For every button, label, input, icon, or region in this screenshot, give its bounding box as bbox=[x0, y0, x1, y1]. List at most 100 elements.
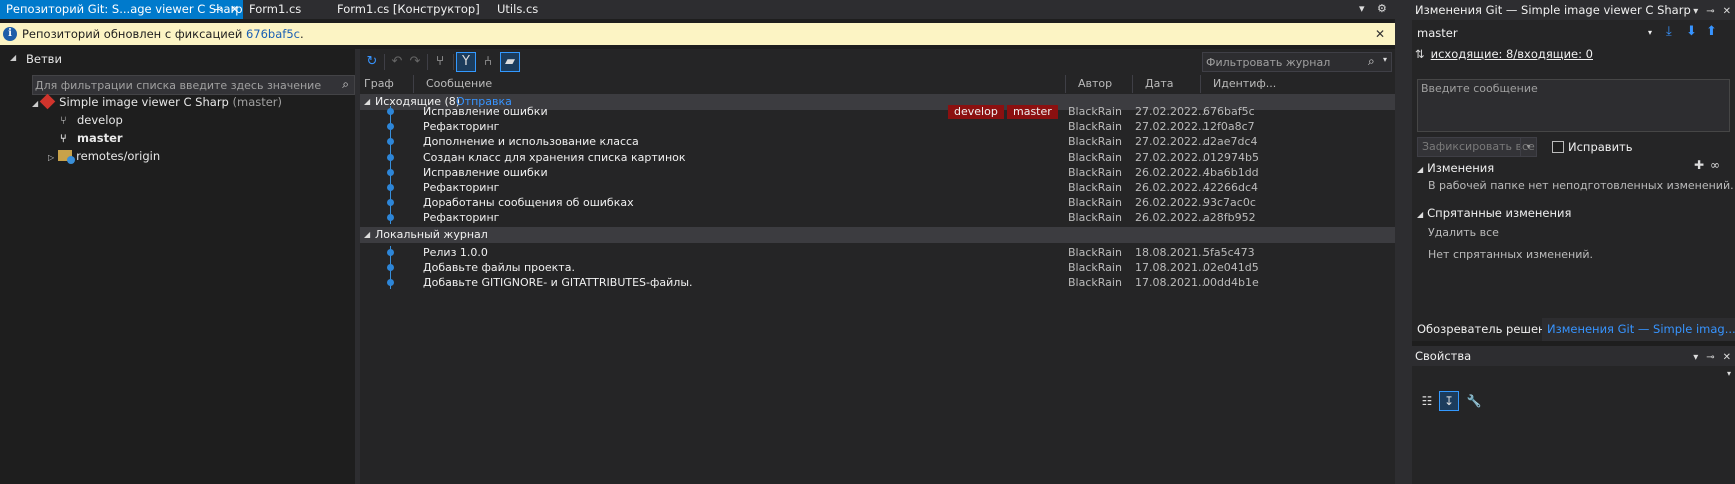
commit-row[interactable]: Исправление ошибки BlackRain 26.02.2022...… bbox=[360, 165, 1395, 180]
commit-id: 00dd4b1e bbox=[1203, 276, 1259, 290]
column-header-date[interactable]: Дата bbox=[1132, 75, 1200, 93]
dropdown-arrow-icon[interactable]: ▾ bbox=[1359, 2, 1365, 15]
pull-icon[interactable]: ⬇ bbox=[1686, 24, 1697, 39]
chevron-down-icon[interactable]: ▾ bbox=[1727, 369, 1731, 378]
right-splitter[interactable] bbox=[1395, 0, 1412, 484]
column-header-id[interactable]: Идентиф... bbox=[1200, 75, 1395, 93]
commit-row[interactable]: Добавьте GITIGNORE- и GITATTRIBUTES-файл… bbox=[360, 275, 1395, 290]
chevron-down-icon[interactable]: ▾ bbox=[1383, 55, 1387, 64]
chevron-down-icon[interactable]: ▾ bbox=[1693, 352, 1698, 363]
view-options-icon[interactable]: ∞ bbox=[1710, 158, 1720, 172]
collapse-arrow-icon[interactable]: ◢ bbox=[10, 53, 16, 62]
collapse-arrow-icon[interactable]: ◢ bbox=[1417, 210, 1423, 219]
commit-message-box bbox=[1417, 79, 1730, 132]
commit-date: 26.02.2022... bbox=[1135, 165, 1209, 179]
branch-label: master bbox=[77, 131, 123, 145]
delete-all-stashes-link[interactable]: Удалить все bbox=[1428, 226, 1499, 239]
amend-checkbox[interactable]: Исправить bbox=[1552, 140, 1633, 154]
expand-arrow-icon[interactable]: ▷ bbox=[48, 153, 54, 162]
commit-row[interactable]: Рефакторинг BlackRain 26.02.2022... 42266dc… bbox=[360, 180, 1395, 195]
commit-row[interactable]: Доработаны сообщения об ошибках BlackRain… bbox=[360, 195, 1395, 210]
stash-section-header[interactable]: ◢ Спрятанные изменения bbox=[1417, 206, 1571, 220]
pin-icon[interactable]: ⊸ bbox=[1706, 6, 1714, 17]
commit-row[interactable]: Исправление ошибки BlackRain 27.02.2022...… bbox=[360, 104, 1395, 119]
show-tags-icon[interactable]: ▰ bbox=[500, 52, 520, 72]
expand-arrow-icon[interactable]: ◢ bbox=[32, 99, 38, 108]
collapse-arrow-icon[interactable]: ◢ bbox=[364, 227, 370, 243]
branch-selector[interactable]: master ▾ bbox=[1413, 24, 1656, 42]
chevron-down-icon[interactable]: ▾ bbox=[1693, 6, 1698, 17]
sync-link[interactable]: исходящие: 8/входящие: 0 bbox=[1431, 47, 1593, 61]
branch-filter-input[interactable] bbox=[35, 77, 325, 93]
branch-tag[interactable]: master bbox=[1007, 105, 1058, 119]
properties-object-selector[interactable]: ▾ bbox=[1412, 366, 1735, 384]
pin-icon[interactable]: ⊸ bbox=[214, 0, 223, 19]
graph-node bbox=[387, 123, 394, 131]
remote-folder-icon bbox=[58, 150, 76, 164]
categorized-icon[interactable]: ☷ bbox=[1417, 391, 1437, 411]
branch-item-develop[interactable]: ⑂ develop bbox=[60, 111, 123, 129]
property-pages-icon[interactable]: 🔧 bbox=[1464, 391, 1484, 411]
show-remote-branches-icon[interactable]: ⑃ bbox=[478, 52, 498, 72]
commit-message: Дополнение и использование класса bbox=[423, 135, 639, 149]
changes-section-header[interactable]: ◢ Изменения bbox=[1417, 161, 1494, 175]
commit-author: BlackRain bbox=[1068, 105, 1122, 118]
git-changes-titlebar: Изменения Git — Simple image viewer C Sh… bbox=[1412, 0, 1735, 20]
checkbox-box[interactable] bbox=[1552, 141, 1564, 153]
close-icon[interactable]: ✕ bbox=[1375, 23, 1385, 45]
info-message: Репозиторий обновлен с фиксацией 676baf5… bbox=[22, 23, 304, 45]
commit-row[interactable]: Релиз 1.0.0 BlackRain 18.08.2021... 5fa5c47… bbox=[360, 245, 1395, 260]
chevron-down-icon[interactable]: ▾ bbox=[1648, 24, 1652, 42]
compare-branches-icon[interactable]: ⑂ bbox=[430, 52, 450, 72]
commit-row[interactable]: Рефакторинг BlackRain 26.02.2022... a28fb95… bbox=[360, 210, 1395, 225]
fetch-icon[interactable]: ⤓ bbox=[1666, 24, 1672, 39]
journal-filter-input[interactable] bbox=[1206, 55, 1366, 70]
refresh-icon[interactable]: ↻ bbox=[362, 52, 382, 72]
commit-all-button[interactable]: Зафиксировать все ▾ bbox=[1417, 137, 1537, 157]
close-icon[interactable]: ✕ bbox=[1723, 352, 1731, 363]
branch-item-master[interactable]: ⑂ master bbox=[60, 129, 123, 147]
close-icon[interactable]: ✕ bbox=[230, 0, 239, 19]
commit-row[interactable]: Добавьте файлы проекта. BlackRain 17.08.20… bbox=[360, 260, 1395, 275]
stage-all-icon[interactable]: ✚ bbox=[1694, 158, 1704, 172]
repo-node[interactable]: ◢ Simple image viewer C Sharp (master) bbox=[32, 93, 282, 111]
tab-git-changes[interactable]: Изменения Git — Simple imag... bbox=[1542, 318, 1735, 341]
commit-row[interactable]: Дополнение и использование класса BlackRa… bbox=[360, 134, 1395, 149]
branch-tag[interactable]: develop bbox=[948, 105, 1004, 119]
local-history-group-header[interactable]: ◢ Локальный журнал bbox=[360, 227, 1395, 243]
commit-row[interactable]: Рефакторинг BlackRain 27.02.2022... 12f0a8c… bbox=[360, 119, 1395, 134]
commit-id: 02e041d5 bbox=[1203, 261, 1259, 275]
search-icon[interactable]: ⌕ bbox=[1368, 54, 1375, 69]
column-header-message[interactable]: Сообщение bbox=[413, 75, 1065, 93]
collapse-arrow-icon[interactable]: ◢ bbox=[1417, 165, 1423, 174]
commit-row[interactable]: Создан класс для хранения списка картино… bbox=[360, 150, 1395, 165]
commit-date: 26.02.2022... bbox=[1135, 181, 1209, 194]
chevron-down-icon[interactable]: ▾ bbox=[1520, 138, 1536, 156]
pin-icon[interactable]: ⊸ bbox=[1706, 352, 1714, 363]
commit-id: 5fa5c473 bbox=[1203, 246, 1255, 259]
tab-solution-explorer[interactable]: Обозреватель решений bbox=[1412, 318, 1542, 341]
tab-form1-designer[interactable]: Form1.cs [Конструктор] bbox=[331, 0, 480, 19]
commit-message-input[interactable] bbox=[1421, 82, 1721, 127]
column-header-graph[interactable]: Граф bbox=[352, 75, 413, 93]
gear-icon[interactable]: ⚙ bbox=[1377, 2, 1387, 15]
graph-node bbox=[387, 199, 394, 207]
commit-link[interactable]: 676baf5c bbox=[246, 27, 300, 41]
graph-node bbox=[387, 264, 394, 272]
commit-date: 17.08.2021... bbox=[1135, 261, 1209, 275]
alphabetical-sort-icon[interactable]: ↧ bbox=[1439, 391, 1459, 411]
next-icon[interactable]: ↷ bbox=[405, 52, 425, 72]
previous-icon[interactable]: ↶ bbox=[387, 52, 407, 72]
tab-utils-cs[interactable]: Utils.cs bbox=[491, 0, 538, 19]
tab-strip-actions: ▾ ⚙ bbox=[1355, 0, 1395, 19]
tab-git-repository[interactable]: Репозиторий Git: S...age viewer C Sharp … bbox=[0, 0, 243, 19]
show-local-branches-icon[interactable]: Y bbox=[456, 52, 476, 72]
column-header-author[interactable]: Автор bbox=[1065, 75, 1132, 93]
branch-item-remotes-origin[interactable]: ▷ remotes/origin bbox=[48, 147, 160, 165]
repo-name: Simple image viewer C Sharp bbox=[59, 95, 229, 109]
tab-form1-cs[interactable]: Form1.cs bbox=[243, 0, 301, 19]
graph-node bbox=[387, 168, 394, 176]
search-icon[interactable]: ⌕ bbox=[342, 77, 349, 92]
push-icon[interactable]: ⬆ bbox=[1706, 24, 1717, 39]
close-icon[interactable]: ✕ bbox=[1723, 6, 1731, 17]
